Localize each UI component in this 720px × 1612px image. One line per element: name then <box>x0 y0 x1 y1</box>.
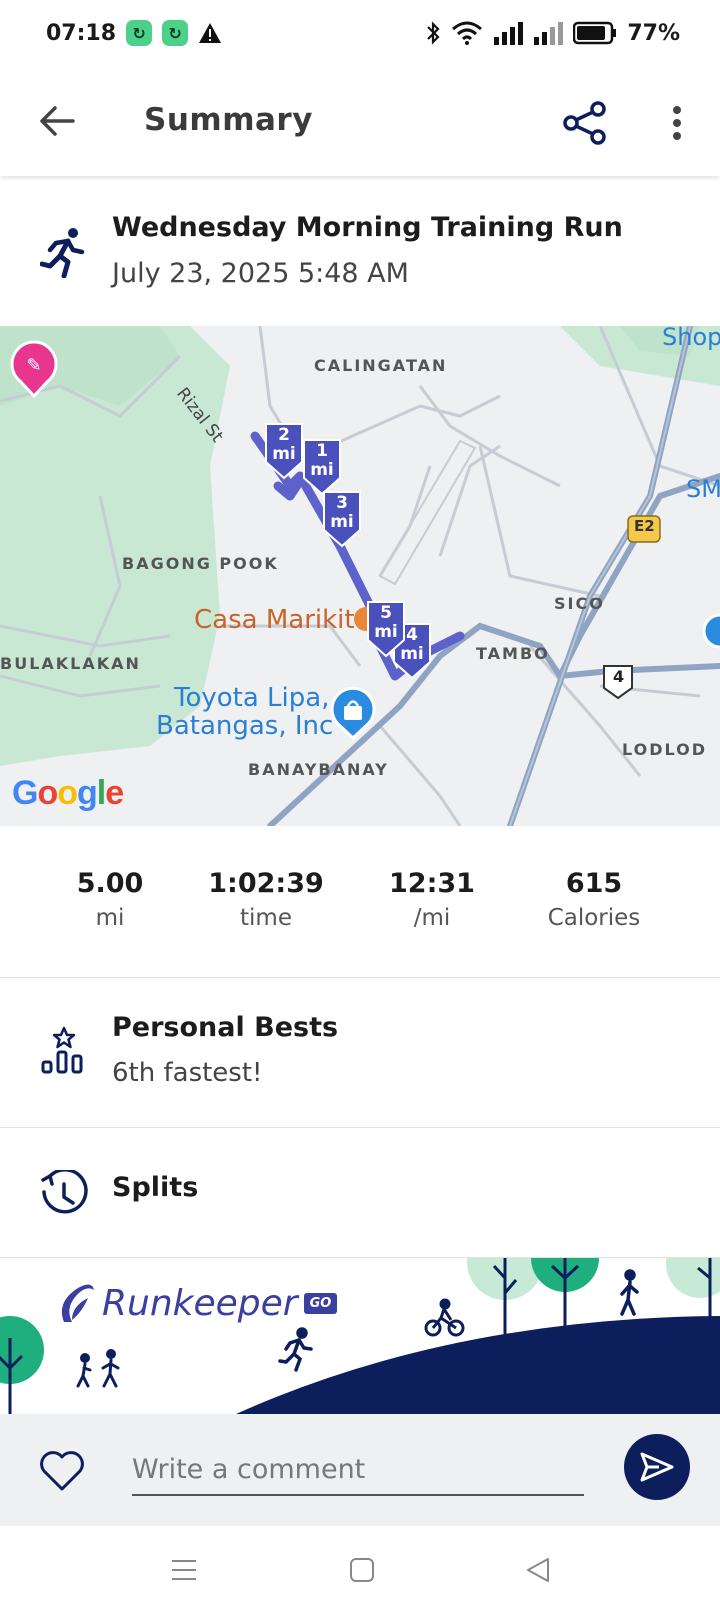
leaderboard-star-icon <box>41 1026 83 1074</box>
go-badge: GO <box>303 1292 338 1314</box>
mile-marker-num: 5 <box>380 603 392 623</box>
runkeeper-banner: Runkeeper GO <box>0 1258 720 1414</box>
activity-date: July 23, 2025 5:48 AM <box>112 258 409 289</box>
running-person-icon <box>40 228 85 278</box>
send-icon <box>640 1452 674 1482</box>
stat-unit: /mi <box>413 905 451 931</box>
map-canvas: ✎ <box>0 326 720 826</box>
warning-icon <box>199 23 222 43</box>
map-pin-toyota[interactable] <box>330 686 376 741</box>
runkeeper-logo-icon <box>61 1284 94 1322</box>
personal-bests-row[interactable]: Personal Bests 6th fastest! <box>0 978 720 1128</box>
road-shield-4: 4 <box>613 667 625 686</box>
stats-row: 5.00 mi 1:02:39 time 12:31 /mi 615 Calor… <box>0 826 720 978</box>
system-nav-bar <box>0 1526 720 1612</box>
mile-marker-num: 2 <box>278 425 290 445</box>
stopwatch-icon <box>41 1170 88 1214</box>
route-map[interactable]: ✎ CALINGATAN BAGONG POOK BULAKLAKAN TAMB… <box>0 326 720 826</box>
battery-icon <box>573 21 617 45</box>
page-title: Summary <box>144 102 313 138</box>
banner-runner-icon <box>278 1327 313 1372</box>
road-shield-e2: E2 <box>634 517 655 535</box>
personal-bests-title: Personal Bests <box>112 1012 339 1043</box>
activity-title: Wednesday Morning Training Run <box>112 212 623 243</box>
mile-marker-5[interactable]: 5 mi <box>366 600 406 658</box>
map-label-shop: Shop <box>662 326 720 351</box>
stat-value: 1:02:39 <box>208 868 324 899</box>
comment-bar <box>0 1414 720 1526</box>
mile-marker-2[interactable]: 2 mi <box>264 422 304 480</box>
svg-text:✎: ✎ <box>26 355 41 376</box>
stat-time: 1:02:39 time <box>186 868 346 931</box>
map-label-bulaklakan: BULAKLAKAN <box>0 654 141 673</box>
splits-row[interactable]: Splits <box>0 1128 720 1258</box>
send-button[interactable] <box>624 1434 690 1500</box>
mile-marker-num: 3 <box>336 493 348 513</box>
map-label-banaybanay: BANAYBANAY <box>248 760 389 779</box>
runkeeper-logo: Runkeeper GO <box>58 1282 338 1324</box>
poi-toyota-line2[interactable]: Batangas, Inc <box>156 712 333 741</box>
mile-marker-num: 4 <box>406 625 418 645</box>
app-bar: Summary <box>0 66 720 176</box>
stat-calories: 615 Calories <box>514 868 674 931</box>
signal-icon <box>534 22 564 45</box>
map-label-sico: SICO <box>554 594 605 613</box>
stat-value: 5.00 <box>76 868 144 899</box>
splits-title: Splits <box>112 1172 199 1203</box>
map-label-tambo: TAMBO <box>476 644 550 663</box>
stat-value: 12:31 <box>389 868 475 899</box>
stat-distance: 5.00 mi <box>30 868 190 931</box>
mile-marker-num: 1 <box>316 441 328 461</box>
map-label-calingatan: CALINGATAN <box>314 356 448 375</box>
map-label-bagong-pook: BAGONG POOK <box>122 554 279 573</box>
menu-icon <box>172 1560 196 1580</box>
poi-casa-marikit[interactable]: Casa Marikit <box>194 606 355 635</box>
banner-walker-icon <box>620 1269 639 1316</box>
app-badge-icon: ↻ <box>126 20 153 46</box>
home-square-icon <box>350 1558 374 1582</box>
banner-family-icon <box>76 1349 120 1388</box>
back-arrow-icon <box>40 106 75 136</box>
stat-unit: mi <box>95 905 125 931</box>
stat-pace: 12:31 /mi <box>352 868 512 931</box>
like-button[interactable] <box>34 1442 90 1498</box>
google-logo: Google <box>12 774 124 812</box>
signal-icon <box>494 22 524 45</box>
comment-input[interactable] <box>132 1444 584 1496</box>
stat-value: 615 <box>565 868 623 899</box>
map-label-lodlod: LODLOD <box>622 740 708 759</box>
poi-toyota-line1[interactable]: Toyota Lipa, <box>174 684 329 713</box>
status-time: 07:18 <box>46 20 117 46</box>
more-vert-icon <box>673 106 681 140</box>
nav-back-button[interactable] <box>510 1546 566 1594</box>
app-badge-icon: ↻ <box>162 20 189 46</box>
banner-cyclist-icon <box>424 1298 465 1337</box>
mile-marker-unit: mi <box>272 444 296 464</box>
runkeeper-brand: Runkeeper <box>102 1282 298 1324</box>
back-triangle-icon <box>527 1558 549 1582</box>
mile-marker-1[interactable]: 1 mi <box>302 438 342 496</box>
more-options-button[interactable] <box>650 96 704 150</box>
back-button[interactable] <box>30 94 84 148</box>
mile-marker-unit: mi <box>374 622 398 642</box>
stat-unit: Calories <box>547 905 641 931</box>
stat-unit: time <box>240 905 292 931</box>
status-bar: 07:18 ↻ ↻ 77% <box>0 0 720 66</box>
mile-marker-unit: mi <box>310 460 334 480</box>
mile-marker-unit: mi <box>330 512 354 532</box>
personal-bests-subtitle: 6th fastest! <box>112 1058 263 1088</box>
map-label-sm: SM <box>686 475 720 503</box>
bluetooth-icon <box>427 21 440 45</box>
wifi-icon <box>452 21 483 45</box>
activity-header: Wednesday Morning Training Run July 23, … <box>0 176 720 326</box>
share-icon <box>563 101 606 145</box>
nav-menu-button[interactable] <box>156 1546 212 1594</box>
nav-home-button[interactable] <box>334 1546 390 1594</box>
share-button[interactable] <box>558 96 612 150</box>
battery-percent: 77% <box>627 20 680 46</box>
heart-icon <box>40 1451 84 1491</box>
mile-marker-3[interactable]: 3 mi <box>322 490 362 548</box>
